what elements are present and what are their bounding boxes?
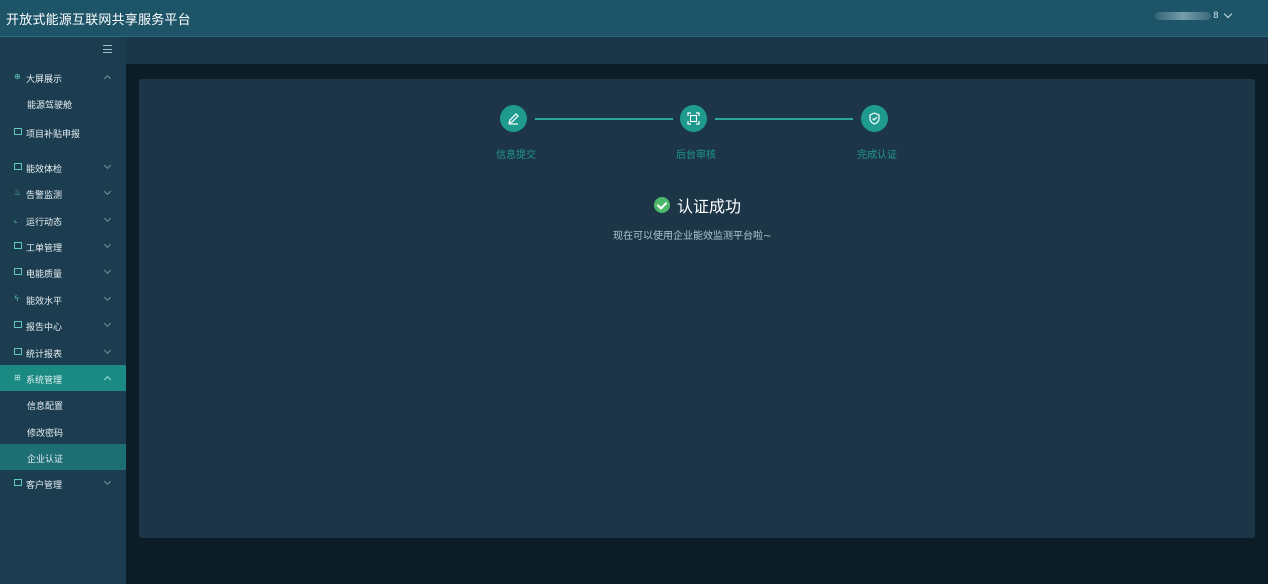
step-connector-2 <box>715 118 853 120</box>
chevron-down-icon <box>103 293 112 301</box>
sidebar-item-label: 能源驾驶舱 <box>27 101 73 112</box>
chevron-down-icon <box>1223 9 1232 19</box>
step-connector-1 <box>535 118 673 120</box>
app-title: 开放式能源互联网共享服务平台 <box>6 13 191 28</box>
menu-toggle-icon[interactable] <box>103 45 112 53</box>
step-3-label: 完成认证 <box>857 150 897 161</box>
grid-icon <box>14 162 22 171</box>
sidebar-item-label: 项目补贴申报 <box>26 129 81 140</box>
bolt-icon: ϟ <box>14 293 20 303</box>
chevron-down-icon <box>103 240 112 248</box>
stats-icon <box>14 347 22 356</box>
sidebar-item-efficiency-check[interactable]: 能效体检 <box>0 154 126 180</box>
alarm-icon: ♨ <box>14 188 22 198</box>
user-name-blurred <box>1155 12 1211 20</box>
user-menu[interactable]: 8 <box>1155 9 1232 21</box>
sidebar-item-label: 修改密码 <box>27 428 64 439</box>
sidebar-item-label: 能效水平 <box>26 296 63 307</box>
chevron-down-icon <box>103 478 112 486</box>
edit-icon <box>508 113 519 125</box>
sidebar-item-label: 信息配置 <box>27 402 64 413</box>
sidebar-item-system[interactable]: ⊞ 系统管理 <box>0 364 126 392</box>
result-title: 认证成功 <box>654 193 741 217</box>
sidebar-item-label: 电能质量 <box>26 270 63 281</box>
sidebar-item-report[interactable]: 报告中心 <box>0 312 126 338</box>
globe-icon: ⊕ <box>14 72 21 81</box>
step-3-circle <box>861 105 888 132</box>
sidebar-item-label: 企业认证 <box>27 455 64 466</box>
sidebar-item-label: 报告中心 <box>26 323 63 334</box>
sidebar-item-change-password[interactable]: 修改密码 <box>0 418 126 444</box>
step-1-circle <box>500 105 527 132</box>
chevron-down-icon <box>103 214 112 222</box>
sidebar-item-label: 工单管理 <box>26 243 63 254</box>
sidebar-item-subsidy[interactable]: 项目补贴申报 <box>0 117 126 154</box>
shield-check-icon <box>869 112 880 125</box>
settings-grid-icon: ⊞ <box>14 372 21 382</box>
sidebar-item-workorder[interactable]: 工单管理 <box>0 233 126 259</box>
sidebar-item-energy-cockpit[interactable]: 能源驾驶舱 <box>0 90 126 116</box>
sidebar-item-statistics[interactable]: 统计报表 <box>0 339 126 365</box>
sidebar-item-dashboard[interactable]: ⊕ 大屏展示 <box>0 64 126 90</box>
chevron-down-icon <box>103 320 112 328</box>
chevron-down-icon <box>103 161 112 169</box>
sidebar-item-label: 大屏展示 <box>26 75 63 85</box>
sidebar-item-label: 能效体检 <box>26 164 63 175</box>
sidebar-item-power-quality[interactable]: 电能质量 <box>0 259 126 285</box>
result-title-text: 认证成功 <box>677 197 742 216</box>
chevron-down-icon <box>103 346 112 354</box>
sidebar-item-info-config[interactable]: 信息配置 <box>0 391 126 417</box>
user-name-suffix: 8 <box>1213 11 1219 21</box>
sidebar-item-label: 运行动态 <box>26 217 63 228</box>
sidebar-item-operation[interactable]: ⌞ 运行动态 <box>0 207 126 233</box>
monitor-icon <box>14 268 22 276</box>
scan-icon <box>687 112 700 125</box>
sidebar-item-label: 系统管理 <box>26 375 63 386</box>
step-1-label: 信息提交 <box>496 150 536 161</box>
chevron-down-icon <box>103 267 112 275</box>
sidebar-item-customer[interactable]: 客户管理 <box>0 470 126 496</box>
building-icon <box>14 479 22 487</box>
chevron-up-icon <box>103 74 112 83</box>
list-icon <box>14 127 22 136</box>
sidebar-item-efficiency-level[interactable]: ϟ 能效水平 <box>0 286 126 312</box>
result-subtitle: 现在可以使用企业能效监测平台啦~ <box>613 231 772 242</box>
sidebar-item-label: 统计报表 <box>26 349 63 360</box>
tab-bar <box>126 37 1268 64</box>
table-icon <box>14 241 22 250</box>
report-icon <box>14 321 22 329</box>
success-check-icon <box>654 197 670 213</box>
sidebar-item-label: 客户管理 <box>26 481 63 492</box>
chart-icon: ⌞ <box>14 214 18 224</box>
step-2-circle <box>680 105 707 132</box>
step-2-label: 后台审核 <box>676 150 716 161</box>
sidebar-item-alarm[interactable]: ♨ 告警监测 <box>0 180 126 206</box>
chevron-down-icon <box>103 188 112 196</box>
sidebar-top <box>0 37 126 64</box>
app-header: 开放式能源互联网共享服务平台 8 <box>0 0 1268 37</box>
sidebar-item-enterprise-cert[interactable]: 企业认证 <box>0 444 126 471</box>
sidebar-item-label: 告警监测 <box>26 191 63 202</box>
sidebar: ⊕ 大屏展示 能源驾驶舱 项目补贴申报 能效体检 ♨ 告警监测 ⌞ 运行动态 工… <box>0 37 126 584</box>
chevron-up-icon <box>103 375 112 383</box>
